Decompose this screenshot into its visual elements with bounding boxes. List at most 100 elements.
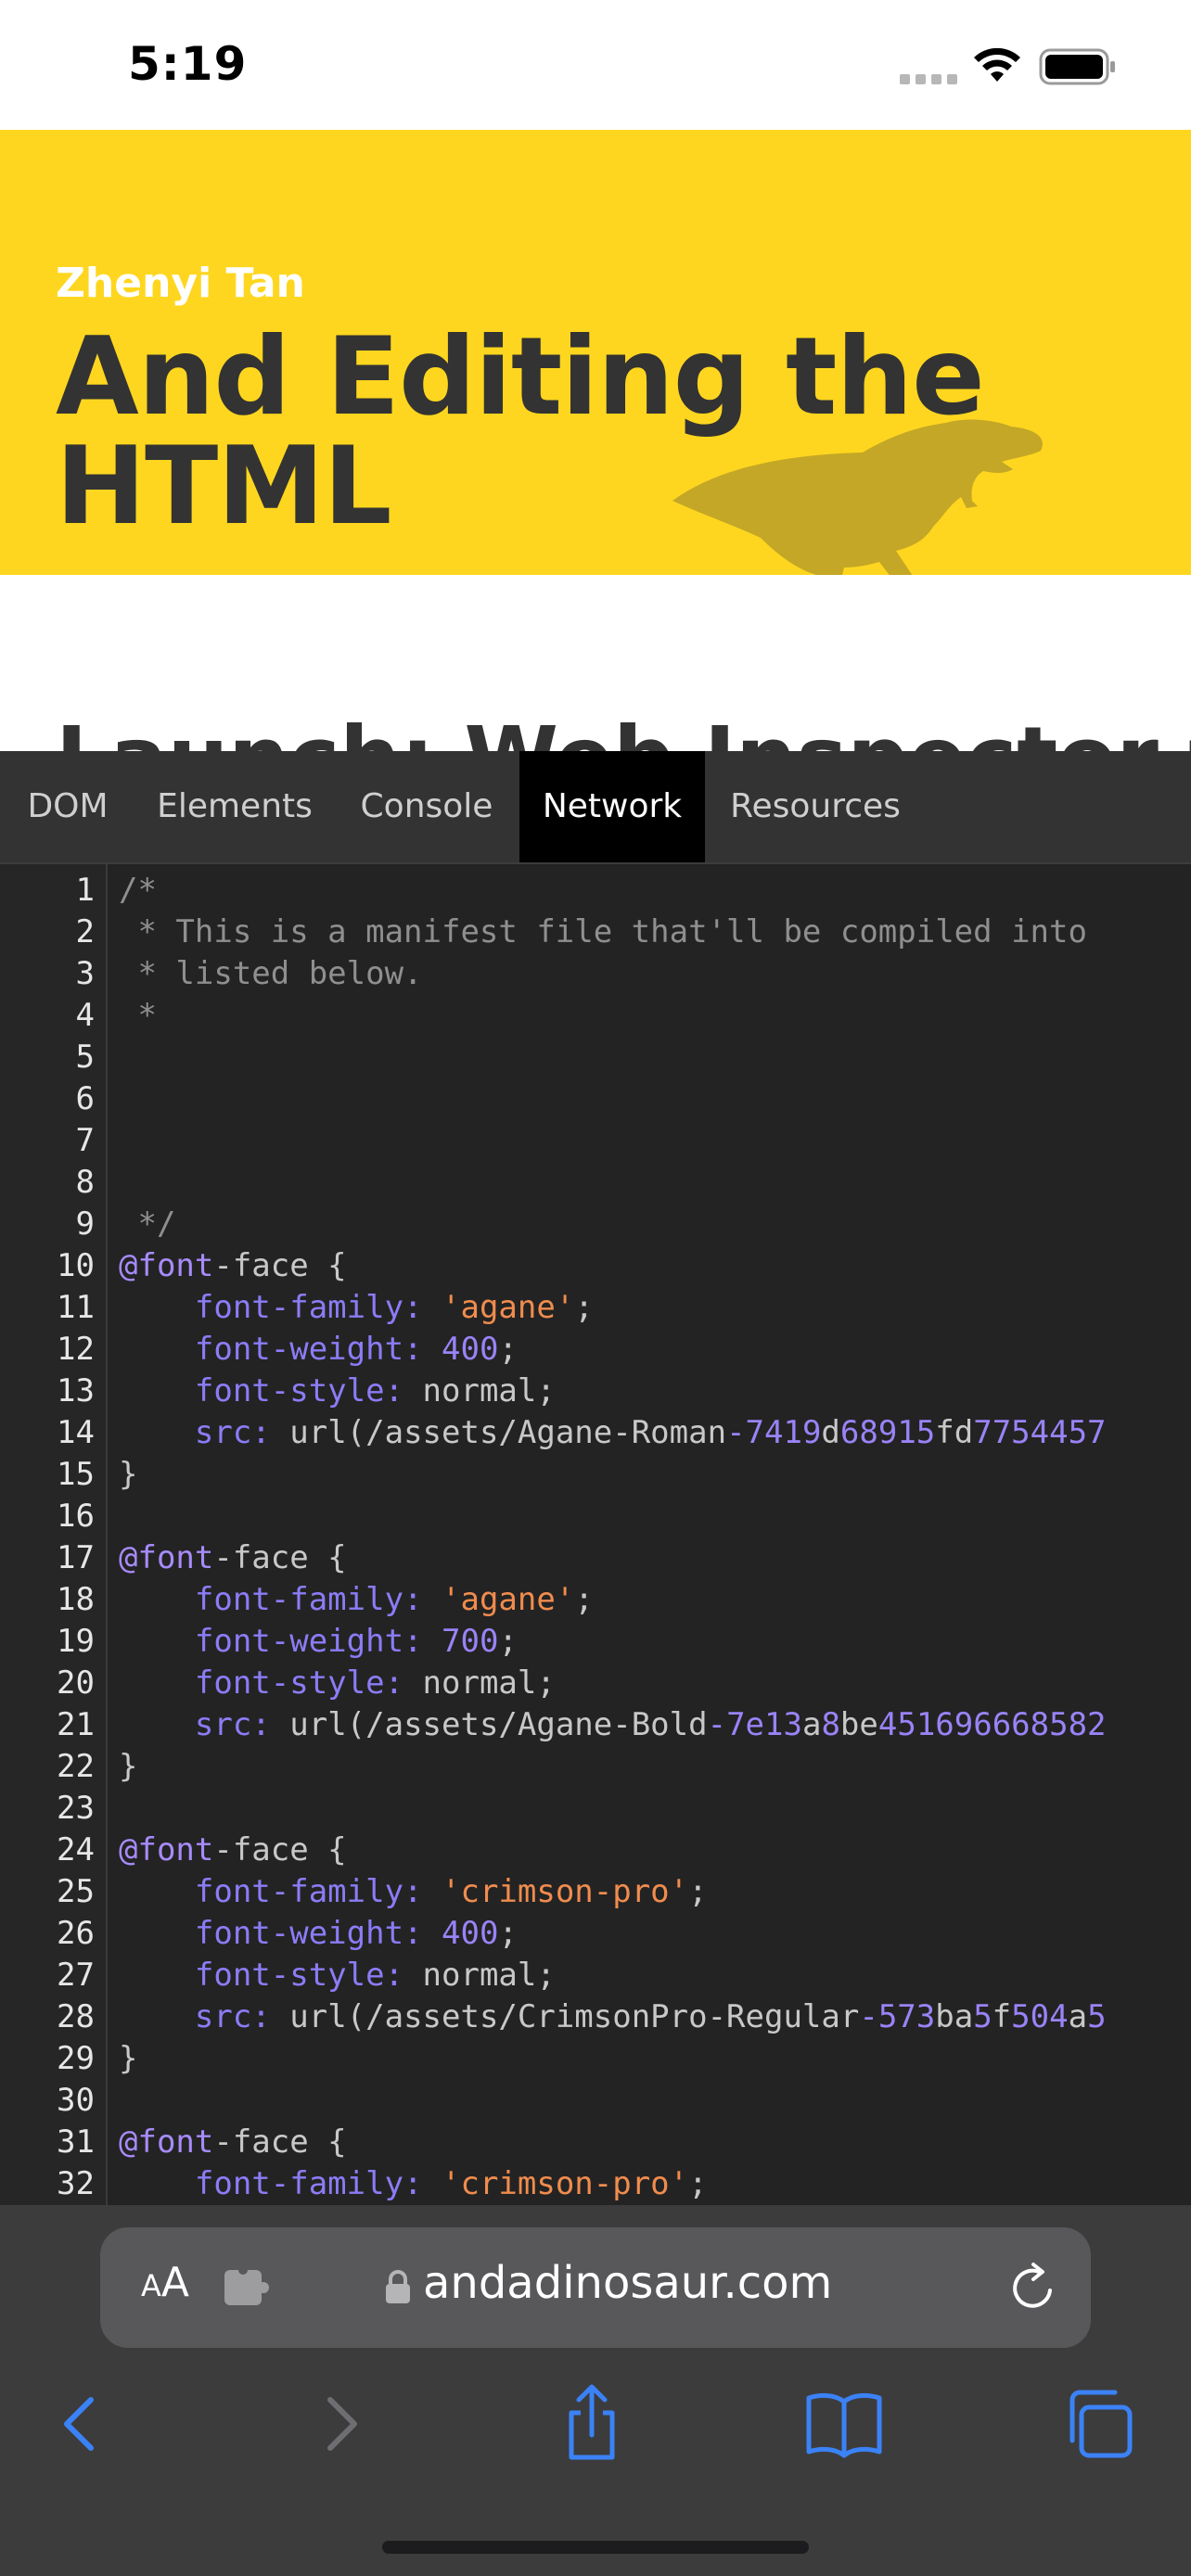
code-text: font-style: normal; [194,1957,556,1994]
book-icon[interactable] [800,2379,889,2468]
code-line: 28 src: url(/assets/CrimsonPro-Regular-5… [0,1996,1191,2038]
code-text: font-family: 'crimson-pro'; [194,1873,708,1910]
extension-icon[interactable] [221,2266,273,2309]
code-line: 8 [0,1162,1191,1204]
tab-network[interactable]: Network [519,751,705,862]
reload-icon[interactable] [1005,2261,1059,2315]
line-number: 32 [57,2165,95,2202]
code-line: 6 [0,1078,1191,1120]
code-line: 12 font-weight: 400; [0,1329,1191,1371]
wifi-icon [974,47,1020,82]
line-number: 17 [57,1539,95,1576]
code-line: 10 @font-face { [0,1245,1191,1287]
code-line: 27 font-style: normal; [0,1955,1191,1996]
chevron-right-icon[interactable] [295,2379,384,2468]
code-text: font-style: normal; [194,1664,556,1702]
tab-elements[interactable]: Elements [135,751,334,862]
code-line: 17 @font-face { [0,1537,1191,1579]
code-line: 9 */ [0,1204,1191,1245]
address-bar[interactable]: AA andadinosaur.com [100,2227,1091,2348]
line-number: 25 [57,1873,95,1910]
code-text: @font-face { [119,1539,347,1576]
chevron-left-icon[interactable] [37,2379,126,2468]
line-number: 10 [57,1247,95,1284]
line-number: 27 [57,1957,95,1994]
code-text: * [119,997,157,1034]
code-line: 32 font-family: 'crimson-pro'; [0,2163,1191,2205]
line-number: 19 [57,1623,95,1660]
line-number: 24 [57,1831,95,1868]
code-line: 23 [0,1788,1191,1830]
web-inspector: DOM Elements Console Network Resources 1… [0,751,1191,2205]
tab-resources[interactable]: Resources [705,751,926,862]
code-text: font-weight: 400; [194,1915,518,1952]
author-name[interactable]: Zhenyi Tan [56,260,305,307]
code-text: font-style: normal; [194,1372,556,1409]
line-number: 30 [57,2082,95,2119]
line-number: 2 [75,913,95,950]
code-text: font-weight: 700; [194,1623,518,1660]
code-line: 1 /* [0,870,1191,912]
code-line: 22} [0,1746,1191,1788]
tab-console[interactable]: Console [334,751,519,862]
code-line: 15} [0,1454,1191,1496]
code-line: 26 font-weight: 400; [0,1913,1191,1955]
code-text: font-weight: 400; [194,1331,518,1368]
line-number: 13 [57,1372,95,1409]
code-line: 18 font-family: 'agane'; [0,1579,1191,1621]
article-banner: Zhenyi Tan And Editing the HTML [0,130,1191,575]
line-number: 11 [57,1289,95,1326]
code-text: /* [119,872,157,909]
line-number: 7 [75,1122,95,1159]
line-number: 6 [75,1080,95,1117]
code-line: 3 * listed below. [0,953,1191,995]
code-text: font-family: 'agane'; [194,1289,594,1326]
code-line: 31 @font-face { [0,2122,1191,2163]
code-text: } [119,2040,138,2077]
battery-icon [1039,48,1115,85]
code-text: @font-face { [119,1831,347,1868]
section-heading: Launch: Web Inspector for [56,708,1191,751]
code-text: */ [119,1205,176,1243]
line-number: 15 [57,1456,95,1493]
line-number: 22 [57,1748,95,1785]
reader-settings-button[interactable]: AA [141,2259,189,2306]
line-number: 8 [75,1164,95,1201]
tabs-icon[interactable] [1054,2379,1143,2468]
browser-toolbar: AA andadinosaur.com [0,2205,1191,2576]
line-number: 3 [75,955,95,992]
code-line: 5 [0,1037,1191,1078]
source-code-view[interactable]: 1 /* 2 * This is a manifest file that'll b… [0,864,1191,2205]
share-icon[interactable] [547,2379,636,2468]
code-line: 11 font-family: 'agane'; [0,1287,1191,1329]
code-line: 29} [0,2038,1191,2080]
line-number: 31 [57,2123,95,2161]
line-number: 29 [57,2040,95,2077]
line-number: 14 [57,1414,95,1451]
line-number: 1 [75,872,95,909]
code-line: 16 [0,1496,1191,1537]
line-number: 28 [57,1998,95,2035]
code-text: * listed below. [119,955,423,992]
code-line: 19 font-weight: 700; [0,1621,1191,1663]
code-text: src: url(/assets/Agane-Bold-7e13a8be4516… [194,1706,1107,1743]
code-text: } [119,1748,138,1785]
code-line: 13 font-style: normal; [0,1371,1191,1412]
code-line: 4 * [0,995,1191,1037]
line-number: 23 [57,1790,95,1827]
status-time: 5:19 [128,37,248,91]
cellular-signal-icon [900,74,959,84]
line-number: 16 [57,1498,95,1535]
code-text: } [119,1456,138,1493]
url-text[interactable]: andadinosaur.com [423,2257,832,2309]
code-text: @font-face { [119,1247,347,1284]
article-body: Launch: Web Inspector for [0,575,1191,751]
code-line: 25 font-family: 'crimson-pro'; [0,1871,1191,1913]
dinosaur-icon [672,419,1043,575]
line-number: 18 [57,1581,95,1618]
line-number: 5 [75,1039,95,1076]
tab-dom[interactable]: DOM [0,751,135,862]
code-line: 20 font-style: normal; [0,1663,1191,1704]
code-text: * This is a manifest file that'll be com… [119,913,1087,950]
code-text: font-family: 'crimson-pro'; [194,2165,708,2202]
